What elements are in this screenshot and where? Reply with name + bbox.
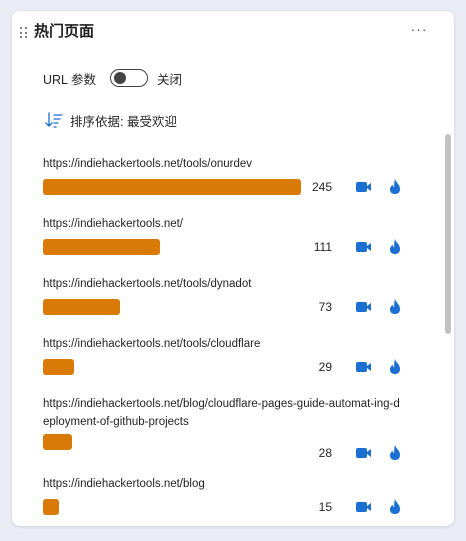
- view-count: 28: [318, 446, 332, 460]
- views-bar: [43, 299, 120, 315]
- video-recording-icon[interactable]: [355, 499, 373, 515]
- view-count: 15: [318, 500, 332, 514]
- more-options-button[interactable]: ···: [408, 20, 430, 42]
- video-recording-icon[interactable]: [355, 179, 373, 195]
- toggle-knob: [114, 72, 127, 84]
- views-bar: [43, 359, 74, 375]
- video-recording-icon[interactable]: [355, 445, 373, 461]
- view-count: 29: [318, 360, 332, 374]
- card-title: 热门页面: [34, 23, 95, 40]
- top-pages-card: 热门页面 ··· URL 参数 关闭 排序依据: 最受欢迎 https://in…: [12, 11, 454, 526]
- drag-handle-icon[interactable]: [20, 27, 28, 39]
- page-url[interactable]: https://indiehackertools.net/tools/dynad…: [43, 275, 405, 293]
- view-count: 245: [311, 180, 332, 194]
- heatmap-flame-icon[interactable]: [386, 297, 404, 315]
- url-params-row: URL 参数 关闭: [43, 67, 182, 89]
- page-url[interactable]: https://indiehackertools.net/tools/onurd…: [43, 155, 405, 173]
- sort-descending-icon: [45, 112, 63, 128]
- views-bar: [43, 434, 72, 450]
- url-params-label: URL 参数: [43, 72, 97, 87]
- view-count: 73: [318, 300, 332, 314]
- heatmap-flame-icon[interactable]: [386, 177, 404, 195]
- sort-button[interactable]: 排序依据: 最受欢迎: [45, 110, 177, 130]
- heatmap-flame-icon[interactable]: [386, 357, 404, 375]
- view-count: 111: [313, 240, 332, 254]
- heatmap-flame-icon[interactable]: [386, 237, 404, 255]
- page-url[interactable]: https://indiehackertools.net/blog/cloudf…: [43, 395, 405, 431]
- views-bar: [43, 239, 160, 255]
- pages-list: https://indiehackertools.net/tools/onurd…: [12, 139, 454, 526]
- views-bar: [43, 499, 59, 515]
- sort-label: 排序依据: 最受欢迎: [70, 114, 177, 129]
- video-recording-icon[interactable]: [355, 359, 373, 375]
- video-recording-icon[interactable]: [355, 239, 373, 255]
- url-params-toggle[interactable]: [110, 69, 149, 87]
- toggle-state-label: 关闭: [157, 72, 183, 87]
- page-url[interactable]: https://indiehackertools.net/: [43, 215, 405, 233]
- heatmap-flame-icon[interactable]: [386, 443, 404, 461]
- page-url[interactable]: https://indiehackertools.net/blog: [43, 475, 405, 493]
- video-recording-icon[interactable]: [355, 299, 373, 315]
- views-bar: [43, 179, 301, 195]
- page-url[interactable]: https://indiehackertools.net/tools/cloud…: [43, 335, 405, 353]
- scrollbar-thumb[interactable]: [445, 134, 451, 334]
- heatmap-flame-icon[interactable]: [386, 497, 404, 515]
